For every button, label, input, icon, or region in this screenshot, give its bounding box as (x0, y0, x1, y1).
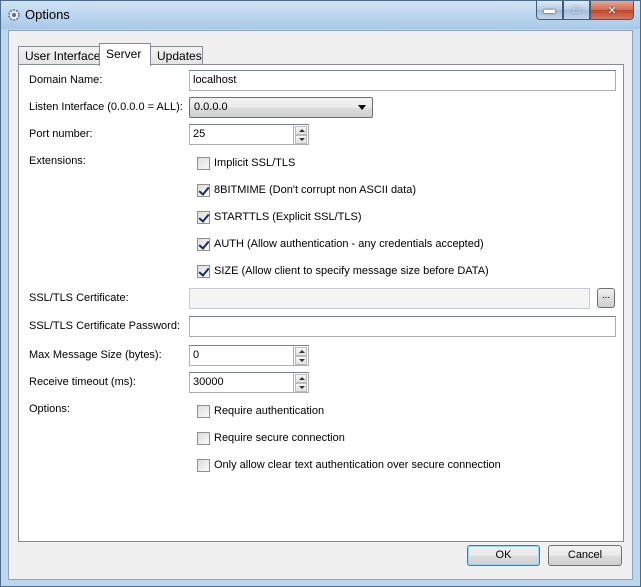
window-controls: ▬ □ ✕ (536, 1, 634, 21)
listen-interface-label: Listen Interface (0.0.0.0 = ALL): (29, 101, 183, 113)
checkbox-label: Only allow clear text authentication ove… (214, 459, 501, 471)
close-icon: ✕ (607, 4, 617, 17)
port-number-spin-buttons (293, 124, 309, 145)
checkbox-icon (197, 458, 210, 472)
domain-name-label: Domain Name: (29, 74, 103, 86)
server-tab-panel: Domain Name: localhost Listen Interface … (18, 64, 624, 542)
checkbox-label: SIZE (Allow client to specify message si… (214, 265, 489, 277)
ssl-certificate-password-input[interactable] (189, 316, 616, 337)
options-label: Options: (29, 403, 70, 415)
checkbox-label: Require secure connection (214, 432, 345, 444)
opt-require-auth-checkbox[interactable]: Require authentication (197, 404, 324, 418)
tab-server[interactable]: Server (99, 43, 151, 66)
tab-updates[interactable]: Updates (150, 46, 203, 65)
checkbox-checked-icon (197, 237, 210, 251)
options-window: Options ▬ □ ✕ User Interface Server Upda… (0, 0, 641, 587)
spin-up-arrow-icon[interactable] (295, 126, 307, 135)
title-bar[interactable]: Options ▬ □ ✕ (1, 1, 640, 29)
minimize-button[interactable]: ▬ (536, 1, 563, 20)
ssl-certificate-password-label: SSL/TLS Certificate Password: (29, 320, 181, 332)
chevron-down-icon (358, 105, 366, 110)
receive-timeout-input[interactable]: 30000 (189, 372, 293, 393)
port-number-label: Port number: (29, 128, 93, 140)
port-number-stepper[interactable]: 25 (189, 124, 309, 145)
ssl-certificate-label: SSL/TLS Certificate: (29, 292, 129, 304)
spin-down-arrow-icon[interactable] (295, 383, 307, 392)
spin-up-arrow-icon[interactable] (295, 347, 307, 356)
ext-auth-checkbox[interactable]: AUTH (Allow authentication - any credent… (197, 237, 484, 251)
ext-starttls-checkbox[interactable]: STARTTLS (Explicit SSL/TLS) (197, 210, 362, 224)
cancel-button[interactable]: Cancel (548, 545, 622, 566)
max-message-size-input[interactable]: 0 (189, 345, 293, 366)
domain-name-input[interactable]: localhost (189, 70, 616, 91)
spin-down-arrow-icon[interactable] (295, 135, 307, 144)
receive-timeout-stepper[interactable]: 30000 (189, 372, 309, 393)
maximize-button[interactable]: □ (563, 1, 590, 20)
receive-timeout-label: Receive timeout (ms): (29, 376, 136, 388)
extensions-label: Extensions: (29, 155, 86, 167)
window-title: Options (25, 7, 70, 22)
close-button[interactable]: ✕ (590, 1, 634, 20)
checkbox-label: Require authentication (214, 405, 325, 417)
checkbox-label: STARTTLS (Explicit SSL/TLS) (214, 211, 362, 223)
port-number-input[interactable]: 25 (189, 124, 293, 145)
minimize-icon: ▬ (544, 4, 555, 16)
listen-interface-value: 0.0.0.0 (194, 101, 228, 113)
listen-interface-select[interactable]: 0.0.0.0 (189, 97, 373, 118)
ssl-certificate-input[interactable] (189, 288, 590, 309)
checkbox-checked-icon (197, 210, 210, 224)
max-message-size-stepper[interactable]: 0 (189, 345, 309, 366)
max-message-size-label: Max Message Size (bytes): (29, 349, 162, 361)
checkbox-label: AUTH (Allow authentication - any credent… (214, 238, 484, 250)
checkbox-icon (197, 156, 210, 170)
tab-user-interface[interactable]: User Interface (18, 46, 100, 65)
options-gear-icon (8, 9, 20, 21)
spin-down-arrow-icon[interactable] (295, 356, 307, 365)
opt-cleartext-auth-secure-only-checkbox[interactable]: Only allow clear text authentication ove… (197, 458, 501, 472)
opt-require-secure-checkbox[interactable]: Require secure connection (197, 431, 345, 445)
browse-certificate-button[interactable]: ... (597, 288, 615, 308)
dialog-client-area: User Interface Server Updates Domain Nam… (8, 30, 633, 580)
ext-8bitmime-checkbox[interactable]: 8BITMIME (Don't corrupt non ASCII data) (197, 183, 416, 197)
checkbox-icon (197, 431, 210, 445)
ext-implicit-ssl-checkbox[interactable]: Implicit SSL/TLS (197, 156, 295, 170)
checkbox-checked-icon (197, 264, 210, 278)
max-message-size-spin-buttons (293, 345, 309, 366)
checkbox-label: Implicit SSL/TLS (214, 157, 296, 169)
maximize-icon: □ (573, 4, 580, 16)
checkbox-icon (197, 404, 210, 418)
spin-up-arrow-icon[interactable] (295, 374, 307, 383)
ext-size-checkbox[interactable]: SIZE (Allow client to specify message si… (197, 264, 489, 278)
checkbox-label: 8BITMIME (Don't corrupt non ASCII data) (214, 184, 417, 196)
receive-timeout-spin-buttons (293, 372, 309, 393)
ok-button[interactable]: OK (467, 545, 540, 566)
checkbox-checked-icon (197, 183, 210, 197)
